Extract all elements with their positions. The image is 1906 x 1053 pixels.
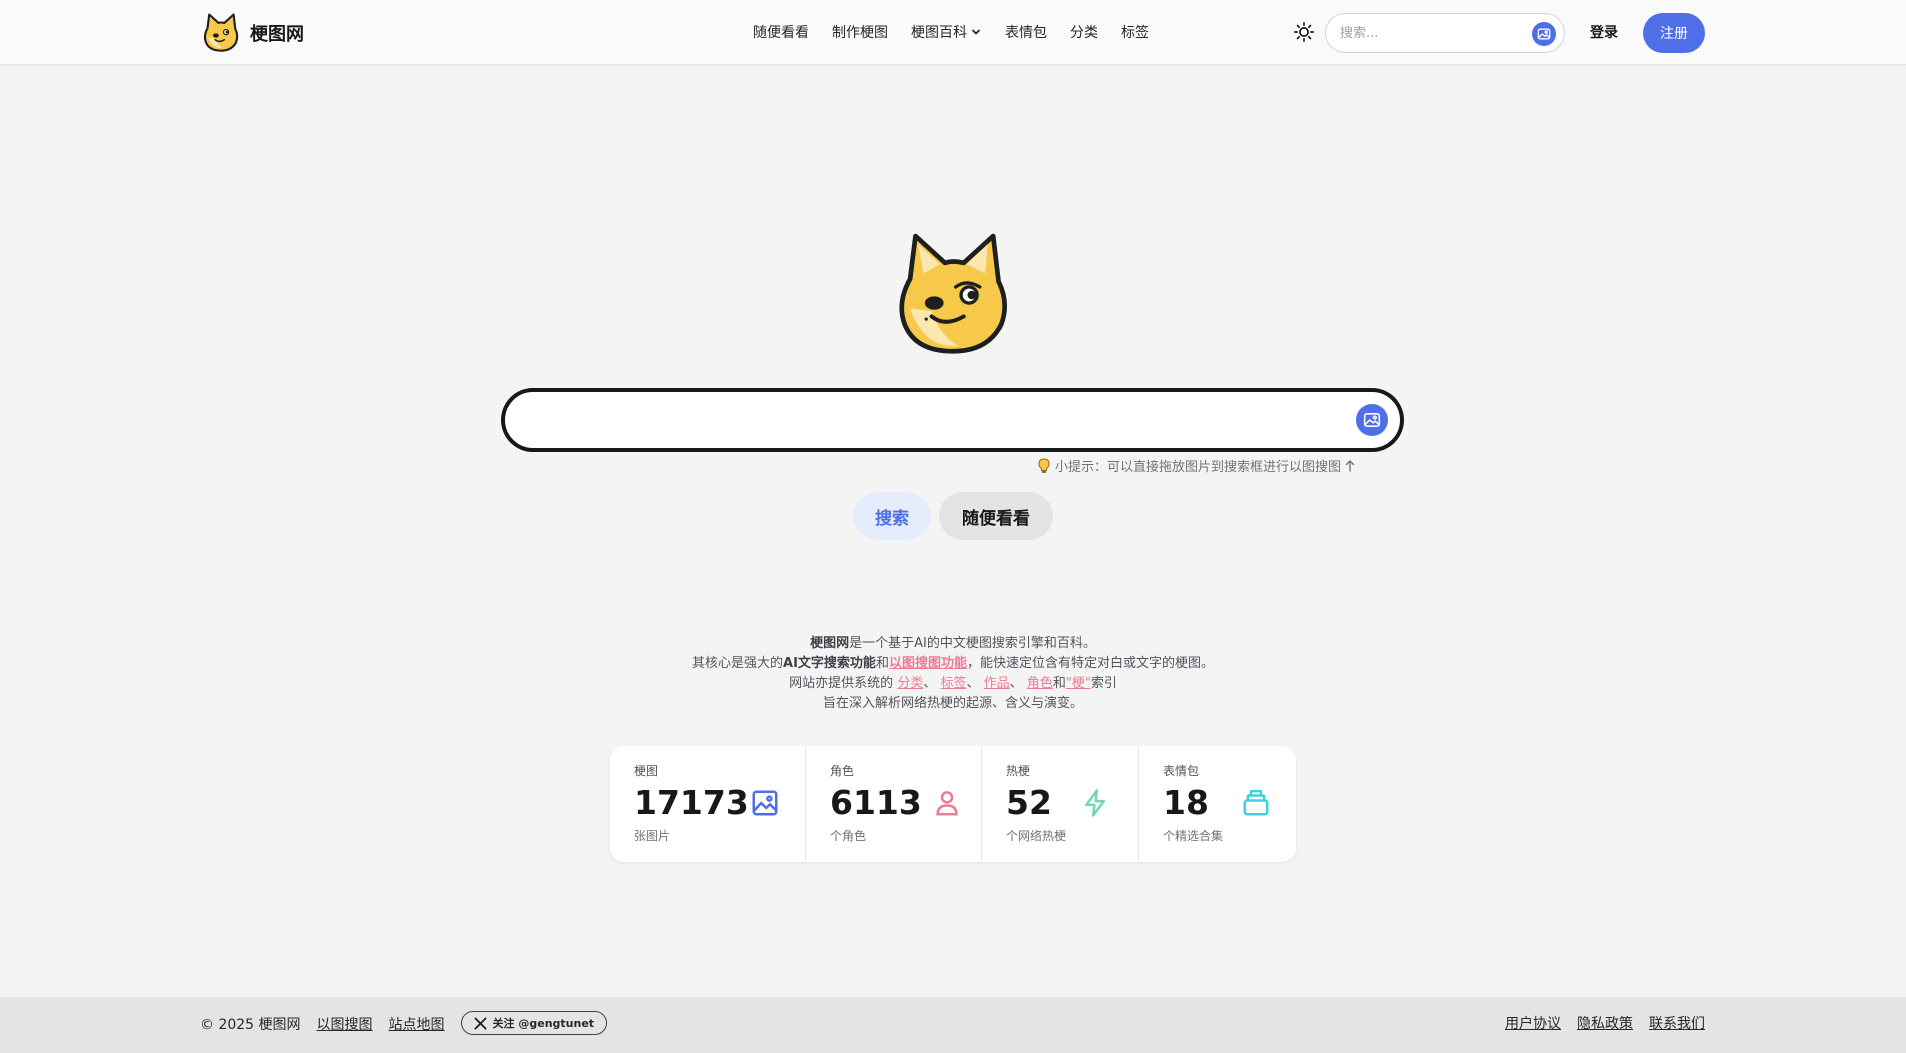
chevron-down-icon xyxy=(972,29,980,35)
footer-left: © 2025 梗图网 以图搜图 站点地图 关注 @gengtunet xyxy=(200,1011,608,1035)
drag-drop-tip: 小提示：可以直接拖放图片到搜索框进行以图搜图 xyxy=(1037,456,1355,475)
desc-line-1: 梗图网是一个基于AI的中文梗图搜索引擎和百科。 xyxy=(553,634,1353,654)
signup-button[interactable]: 注册 xyxy=(1643,13,1705,53)
desc-line1-text: 是一个基于AI的中文梗图搜索引擎和百科。 xyxy=(849,636,1096,651)
sun-icon xyxy=(1294,22,1314,42)
desc-line2-pre: 其核心是强大的 xyxy=(692,656,784,671)
desc-sep: 、 xyxy=(966,676,980,691)
stat-sticker-packs: 表情包 18 个精选合集 xyxy=(1139,746,1296,862)
meme-link[interactable]: "梗" xyxy=(1066,676,1091,691)
desc-line-3: 网站亦提供系统的 分类、 标签、 作品、 角色和"梗"索引 xyxy=(553,674,1353,694)
image-icon xyxy=(752,790,778,816)
work-link[interactable]: 作品 xyxy=(984,676,1010,691)
desc-line-2: 其核心是强大的AI文字搜索功能和以图搜图功能，能快速定位含有特定对白或文字的梗图… xyxy=(553,654,1353,674)
nav-tags-label: 标签 xyxy=(1121,25,1149,41)
nav-random[interactable]: 随便看看 xyxy=(753,22,809,42)
desc-ai-search: AI文字搜索功能 xyxy=(783,656,876,671)
nav-wiki-dropdown[interactable]: 梗图百科 xyxy=(911,22,982,42)
footer-sitemap-link[interactable]: 站点地图 xyxy=(389,1014,445,1034)
site-description: 梗图网是一个基于AI的中文梗图搜索引擎和百科。 其核心是强大的AI文字搜索功能和… xyxy=(553,634,1353,714)
desc-line3-pre: 网站亦提供系统的 xyxy=(789,676,894,691)
top-navbar: 梗图网 随便看看 制作梗图 梗图百科 表情包 分类 标签 登录 注册 xyxy=(0,0,1906,65)
header-search-box xyxy=(1325,13,1565,53)
desc-line3-post: 索引 xyxy=(1090,676,1117,691)
arrow-up-icon xyxy=(1345,459,1355,472)
site-name: 梗图网 xyxy=(250,24,304,45)
desc-and: 和 xyxy=(875,656,889,671)
stat-characters: 角色 6113 个角色 xyxy=(806,746,982,862)
header-image-search-button[interactable] xyxy=(1532,22,1556,46)
copyright-text: © 2025 梗图网 xyxy=(200,1017,301,1033)
contact-link[interactable]: 联系我们 xyxy=(1649,1013,1705,1033)
stat-value: 52 xyxy=(1006,783,1052,822)
image-search-link[interactable]: 以图搜图功能 xyxy=(889,656,967,671)
desc-site-name: 梗图网 xyxy=(810,636,850,651)
nav-stickers-label: 表情包 xyxy=(1005,25,1047,41)
image-search-icon xyxy=(1537,28,1551,40)
follow-x-label: 关注 @gengtunet xyxy=(492,1017,595,1030)
user-icon xyxy=(936,791,958,816)
tip-text: 小提示：可以直接拖放图片到搜索框进行以图搜图 xyxy=(1055,460,1342,475)
x-logo-icon xyxy=(474,1017,486,1029)
nav-stickers[interactable]: 表情包 xyxy=(1005,22,1047,42)
nav-wiki-label: 梗图百科 xyxy=(911,25,967,41)
bolt-icon xyxy=(1085,789,1105,817)
stat-hot-memes: 热梗 52 个网络热梗 xyxy=(982,746,1139,862)
main-search-box xyxy=(502,389,1403,451)
stats-panel: 梗图 17173 张图片 角色 6113 个角色 热梗 52 个网络热梗 表情包… xyxy=(610,746,1296,862)
desc-sep: 、 xyxy=(923,676,937,691)
stat-desc: 个精选合集 xyxy=(1163,829,1224,843)
stat-title: 角色 xyxy=(830,764,855,778)
tag-link[interactable]: 标签 xyxy=(940,676,966,691)
footer: © 2025 梗图网 以图搜图 站点地图 关注 @gengtunet 用户协议 … xyxy=(0,997,1906,1053)
terms-link[interactable]: 用户协议 xyxy=(1505,1013,1561,1033)
stat-desc: 个角色 xyxy=(830,829,867,843)
desc-sep: 、 xyxy=(1009,676,1023,691)
nav-tags[interactable]: 标签 xyxy=(1121,22,1149,42)
theme-toggle-button[interactable] xyxy=(1292,20,1316,44)
header-search-input[interactable] xyxy=(1340,25,1520,41)
nav-make-meme-label: 制作梗图 xyxy=(832,25,888,41)
doge-logo-icon xyxy=(203,13,239,52)
site-logo[interactable]: 梗图网 xyxy=(200,12,304,54)
nav-categories[interactable]: 分类 xyxy=(1070,22,1098,42)
stat-value: 18 xyxy=(1163,783,1209,822)
stat-title: 热梗 xyxy=(1006,764,1031,778)
nav-make-meme[interactable]: 制作梗图 xyxy=(832,22,888,42)
search-button[interactable]: 搜索 xyxy=(853,492,931,540)
footer-right: 用户协议 隐私政策 联系我们 xyxy=(1505,1013,1705,1033)
follow-x-button[interactable]: 关注 @gengtunet xyxy=(460,1011,608,1035)
desc-and: 和 xyxy=(1052,676,1066,691)
image-search-icon xyxy=(1363,413,1381,427)
stat-title: 梗图 xyxy=(634,764,659,778)
lightbulb-icon xyxy=(1038,457,1050,473)
footer-image-search-link[interactable]: 以图搜图 xyxy=(317,1014,373,1034)
stat-title: 表情包 xyxy=(1163,764,1200,778)
main-image-search-button[interactable] xyxy=(1356,404,1388,436)
nav-random-label: 随便看看 xyxy=(753,25,809,41)
character-link[interactable]: 角色 xyxy=(1027,676,1053,691)
login-link[interactable]: 登录 xyxy=(1590,22,1618,42)
stat-desc: 个网络热梗 xyxy=(1006,829,1067,843)
nav-categories-label: 分类 xyxy=(1070,25,1098,41)
main-nav: 随便看看 制作梗图 梗图百科 表情包 分类 标签 xyxy=(753,22,1149,42)
random-button[interactable]: 随便看看 xyxy=(939,492,1053,540)
desc-line-4: 旨在深入解析网络热梗的起源、含义与演变。 xyxy=(822,696,1083,711)
desc-line2-post: ，能快速定位含有特定对白或文字的梗图。 xyxy=(966,656,1214,671)
main-search-input[interactable] xyxy=(527,406,1347,436)
doge-mascot-icon xyxy=(899,233,1007,354)
privacy-link[interactable]: 隐私政策 xyxy=(1577,1013,1633,1033)
stack-icon xyxy=(1243,789,1269,816)
category-link[interactable]: 分类 xyxy=(897,676,923,691)
stat-memes: 梗图 17173 张图片 xyxy=(610,746,806,862)
stat-desc: 张图片 xyxy=(634,829,671,843)
